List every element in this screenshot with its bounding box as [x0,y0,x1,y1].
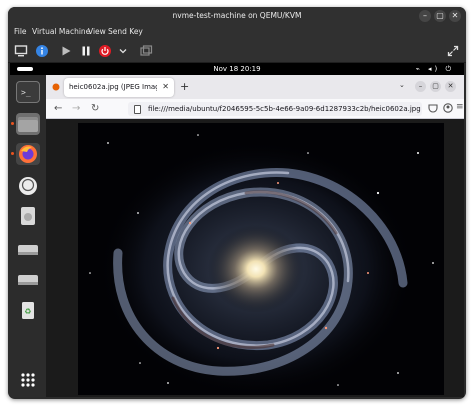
back-arrow-icon[interactable]: ← [54,103,62,115]
minimize-button[interactable]: – [419,10,431,22]
trash-icon[interactable]: ♻ [16,299,40,321]
system-status-icons[interactable]: ⌁ ◂) ⏻ [416,65,454,74]
minimize-button[interactable]: – [415,81,426,92]
forward-arrow-icon[interactable]: → [72,103,80,115]
drive-icon[interactable] [16,239,40,261]
firefox-view-icon[interactable] [52,83,60,93]
tab-heic0602a[interactable]: heic0602a.jpg (JPEG Image ✕ [64,78,174,97]
drive-icon[interactable] [16,269,40,291]
svg-text:>_: >_ [21,88,31,97]
guest-screen[interactable]: Nov 18 20:19 ⌁ ◂) ⏻ >_ ♻ heic0602a.jpg (… [10,63,464,397]
files-icon[interactable] [16,113,40,135]
running-indicator [11,122,14,125]
close-button[interactable]: ✕ [449,10,461,22]
app-grid-icon[interactable] [19,371,37,389]
account-icon[interactable] [443,103,453,115]
dock: >_ ♻ [10,75,46,397]
terminal-icon[interactable]: >_ [16,81,40,103]
reload-icon[interactable]: ↻ [91,103,99,115]
menu-virtual-machine[interactable]: Virtual Machine [32,27,90,36]
power-icon[interactable] [98,44,112,58]
help-icon[interactable] [16,175,40,197]
chevron-down-icon[interactable] [116,44,130,58]
maximize-button[interactable]: ▢ [430,81,441,92]
vm-titlebar: nvme-test-machine on QEMU/KVM – ▢ ✕ [8,7,466,25]
vm-menubar: File Virtual Machine View Send Key [8,25,466,39]
tab-list-chevron-icon[interactable]: ⌄ [399,81,405,89]
firefox-icon[interactable] [16,143,40,165]
menu-icon[interactable]: ≡ [456,102,464,112]
menu-view[interactable]: View [88,27,106,36]
firefox-nav-bar: ← → ↻ file:///media/ubuntu/f2046595-5c5b… [46,99,464,119]
monitor-icon[interactable] [14,44,28,58]
url-text: file:///media/ubuntu/f2046595-5c5b-4e66-… [148,105,421,113]
svg-text:♻: ♻ [24,307,31,316]
close-button[interactable]: ✕ [445,81,456,92]
vm-window-title: nvme-test-machine on QEMU/KVM [172,11,302,20]
screenshot-icon[interactable] [139,44,153,58]
vm-toolbar [8,39,466,63]
firefox-window: heic0602a.jpg (JPEG Image ✕ + ⌄ – ▢ ✕ ← … [46,75,464,397]
tab-close-icon[interactable]: ✕ [162,82,169,91]
disk-icon[interactable] [16,205,40,227]
maximize-button[interactable]: ▢ [434,10,446,22]
play-icon[interactable] [59,44,73,58]
pause-icon[interactable] [79,44,93,58]
firefox-tab-bar: heic0602a.jpg (JPEG Image ✕ + ⌄ – ▢ ✕ [46,75,464,99]
new-tab-button[interactable]: + [180,80,189,93]
tab-title: heic0602a.jpg (JPEG Image [69,83,157,91]
url-bar[interactable]: file:///media/ubuntu/f2046595-5c5b-4e66-… [128,102,422,116]
clock[interactable]: Nov 18 20:19 [10,65,464,73]
galaxy-image[interactable] [78,123,444,395]
vm-window: nvme-test-machine on QEMU/KVM – ▢ ✕ File… [8,7,466,399]
menu-file[interactable]: File [14,27,27,36]
page-icon [134,105,141,114]
gnome-top-bar: Nov 18 20:19 ⌁ ◂) ⏻ [10,63,464,75]
fullscreen-icon[interactable] [446,44,460,58]
running-indicator [11,152,14,155]
menu-send-key[interactable]: Send Key [108,27,143,36]
page-viewport[interactable] [46,119,464,397]
info-icon[interactable] [35,44,49,58]
pocket-icon[interactable] [428,103,438,115]
